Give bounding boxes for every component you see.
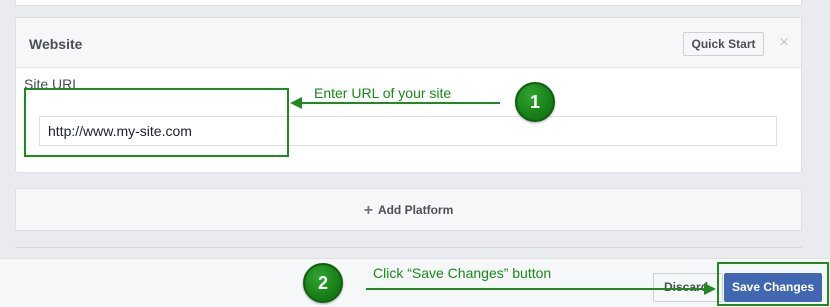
site-url-input[interactable] <box>39 116 777 146</box>
close-icon[interactable]: × <box>777 34 791 52</box>
quick-start-button[interactable]: Quick Start <box>683 32 764 56</box>
save-changes-button[interactable]: Save Changes <box>724 273 822 302</box>
step1-badge: 1 <box>515 82 555 122</box>
add-platform-label: Add Platform <box>377 203 454 217</box>
website-panel-header: Website Quick Start × <box>16 18 801 68</box>
site-url-label: Site URL <box>24 76 81 92</box>
discard-button[interactable]: Discard <box>653 273 723 302</box>
previous-panel-edge <box>15 0 802 6</box>
plus-icon: + <box>363 202 374 219</box>
panel-title: Website <box>29 36 83 52</box>
step2-badge: 2 <box>303 263 343 303</box>
step1-note: Enter URL of your site <box>314 85 452 101</box>
add-platform-button[interactable]: + Add Platform <box>15 188 802 231</box>
step2-note: Click “Save Changes” button <box>373 265 552 281</box>
divider <box>15 247 802 248</box>
